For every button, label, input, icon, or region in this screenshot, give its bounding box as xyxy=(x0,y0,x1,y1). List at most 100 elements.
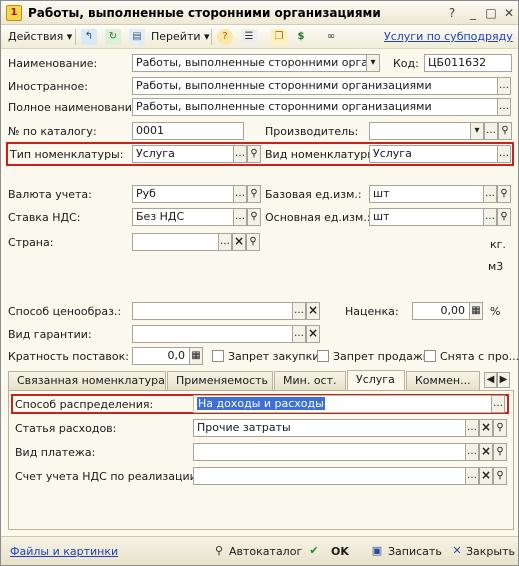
multiplicity-calculator-icon[interactable]: ▦ xyxy=(189,347,203,365)
markup-label: Наценка: xyxy=(345,305,399,318)
main-unit-select-button[interactable]: … xyxy=(483,208,497,226)
vat-account-label: Счет учета НДС по реализации: xyxy=(15,470,201,483)
payment-type-field[interactable] xyxy=(193,443,466,461)
nomenclature-type-field[interactable]: Услуга xyxy=(132,145,234,163)
distribution-method-select-button[interactable]: … xyxy=(491,395,505,413)
catalog-number-field[interactable]: 0001 xyxy=(132,122,244,140)
calculator-icon[interactable]: ▦ xyxy=(469,302,483,320)
expense-item-search-icon[interactable]: ⚲ xyxy=(493,419,507,437)
warranty-kind-select-button[interactable]: … xyxy=(292,325,306,343)
pricing-method-label: Способ ценообраз.: xyxy=(8,305,122,318)
nomenclature-type-select-button[interactable]: … xyxy=(233,145,247,163)
goto-menu[interactable]: Перейти ▾ xyxy=(151,28,210,46)
tab-related-nomenclature[interactable]: Связанная номенклатура xyxy=(8,371,166,390)
bottom-bar: Файлы и картинки ⚲ Автокаталог ✔ OK ▣ За… xyxy=(1,536,518,565)
price-icon[interactable]: $ xyxy=(293,29,309,45)
pricing-method-clear-icon[interactable]: × xyxy=(306,302,320,320)
manufacturer-select-button[interactable]: … xyxy=(484,122,498,140)
base-unit-field[interactable]: шт xyxy=(369,185,484,203)
delivery-multiplicity-field[interactable]: 0,0 xyxy=(132,347,190,365)
warranty-kind-field[interactable] xyxy=(132,325,293,343)
tab-comment[interactable]: Коммен... xyxy=(406,371,480,390)
binoculars-icon[interactable]: ∞ xyxy=(323,29,339,45)
title-bar: 1 Работы, выполненные сторонними организ… xyxy=(1,1,518,25)
expense-item-select-button[interactable]: … xyxy=(465,419,479,437)
nomenclature-kind-select-button[interactable]: … xyxy=(497,145,511,163)
country-select-button[interactable]: … xyxy=(218,233,232,251)
list-icon[interactable]: ☰ xyxy=(241,29,257,45)
refresh-icon[interactable]: ↻ xyxy=(105,29,121,45)
save-icon: ▣ xyxy=(371,544,383,557)
vat-account-search-icon[interactable]: ⚲ xyxy=(493,467,507,485)
vat-rate-field[interactable]: Без НДС xyxy=(132,208,234,226)
nomenclature-kind-field[interactable]: Услуга xyxy=(369,145,498,163)
ban-purchase-checkbox[interactable] xyxy=(212,350,224,362)
manufacturer-dropdown-icon[interactable]: ▾ xyxy=(470,122,484,140)
pricing-method-select-button[interactable]: … xyxy=(292,302,306,320)
manufacturer-label: Производитель: xyxy=(265,125,359,138)
payment-type-select-button[interactable]: … xyxy=(465,443,479,461)
close-button[interactable]: Закрыть xyxy=(466,545,515,558)
tab-scroll-left-icon[interactable]: ◀ xyxy=(484,372,497,388)
currency-label: Валюта учета: xyxy=(8,188,92,201)
save-button[interactable]: Записать xyxy=(388,545,442,558)
help-icon[interactable]: ? xyxy=(443,4,461,22)
vat-rate-search-icon[interactable]: ⚲ xyxy=(247,208,261,226)
payment-type-search-icon[interactable]: ⚲ xyxy=(493,443,507,461)
expense-item-clear-icon[interactable]: × xyxy=(479,419,493,437)
manufacturer-field[interactable] xyxy=(369,122,471,140)
tab-scroll-right-icon[interactable]: ▶ xyxy=(497,372,510,388)
actions-menu[interactable]: Действия ▾ xyxy=(8,28,72,46)
tab-min-stock[interactable]: Мин. ост. xyxy=(274,371,346,390)
warranty-kind-label: Вид гарантии: xyxy=(8,328,92,341)
distribution-method-field[interactable]: На доходы и расходы xyxy=(193,395,492,413)
tab-applicability[interactable]: Применяемость xyxy=(167,371,273,390)
pricing-method-field[interactable] xyxy=(132,302,293,320)
name-dropdown-icon[interactable]: ▾ xyxy=(366,54,380,72)
currency-select-button[interactable]: … xyxy=(233,185,247,203)
base-unit-select-button[interactable]: … xyxy=(483,185,497,203)
country-search-icon[interactable]: ⚲ xyxy=(246,233,260,251)
foreign-name-field[interactable]: Работы, выполненные сторонними организац… xyxy=(132,77,498,95)
delivery-multiplicity-label: Кратность поставок: xyxy=(8,350,129,363)
currency-field[interactable]: Руб xyxy=(132,185,234,203)
code-field[interactable]: ЦБ011632 xyxy=(424,54,512,72)
name-field[interactable]: Работы, выполненные сторонними организа xyxy=(132,54,367,72)
discontinued-checkbox[interactable] xyxy=(424,350,436,362)
foreign-name-select-button[interactable]: … xyxy=(497,77,511,95)
maximize-icon[interactable]: □ xyxy=(482,4,500,22)
main-unit-search-icon[interactable]: ⚲ xyxy=(497,208,511,226)
app-icon: 1 xyxy=(6,5,22,21)
go-up-icon[interactable]: ↰ xyxy=(81,29,97,45)
copy-icon[interactable]: ❐ xyxy=(271,29,287,45)
subcontract-services-link[interactable]: Услуги по субподряду xyxy=(384,28,513,46)
country-label: Страна: xyxy=(8,236,54,249)
autocatalog-button[interactable]: Автокаталог xyxy=(229,545,302,558)
nomenclature-type-search-icon[interactable]: ⚲ xyxy=(247,145,261,163)
manufacturer-search-icon[interactable]: ⚲ xyxy=(498,122,512,140)
expense-item-field[interactable]: Прочие затраты xyxy=(193,419,466,437)
vat-account-clear-icon[interactable]: × xyxy=(479,467,493,485)
country-field[interactable] xyxy=(132,233,219,251)
full-name-field[interactable]: Работы, выполненные сторонними организац… xyxy=(132,98,498,116)
base-unit-search-icon[interactable]: ⚲ xyxy=(497,185,511,203)
vat-account-field[interactable] xyxy=(193,467,466,485)
currency-search-icon[interactable]: ⚲ xyxy=(247,185,261,203)
markup-field[interactable]: 0,00 xyxy=(412,302,470,320)
files-and-pictures-link[interactable]: Файлы и картинки xyxy=(10,545,118,558)
warranty-kind-clear-icon[interactable]: × xyxy=(306,325,320,343)
main-unit-field[interactable]: шт xyxy=(369,208,484,226)
country-clear-icon[interactable]: × xyxy=(232,233,246,251)
ok-button[interactable]: OK xyxy=(331,545,349,558)
vat-rate-select-button[interactable]: … xyxy=(233,208,247,226)
help-circle-icon[interactable]: ? xyxy=(217,29,233,45)
ban-sale-checkbox[interactable] xyxy=(317,350,329,362)
vat-account-select-button[interactable]: … xyxy=(465,467,479,485)
goto-icon[interactable]: ▤ xyxy=(129,29,145,45)
payment-type-clear-icon[interactable]: × xyxy=(479,443,493,461)
actions-menu-label: Действия xyxy=(8,30,64,43)
close-icon[interactable]: ✕ xyxy=(500,4,518,22)
tab-service[interactable]: Услуга xyxy=(347,370,405,391)
full-name-select-button[interactable]: … xyxy=(497,98,511,116)
minimize-icon[interactable]: _ xyxy=(464,4,482,22)
